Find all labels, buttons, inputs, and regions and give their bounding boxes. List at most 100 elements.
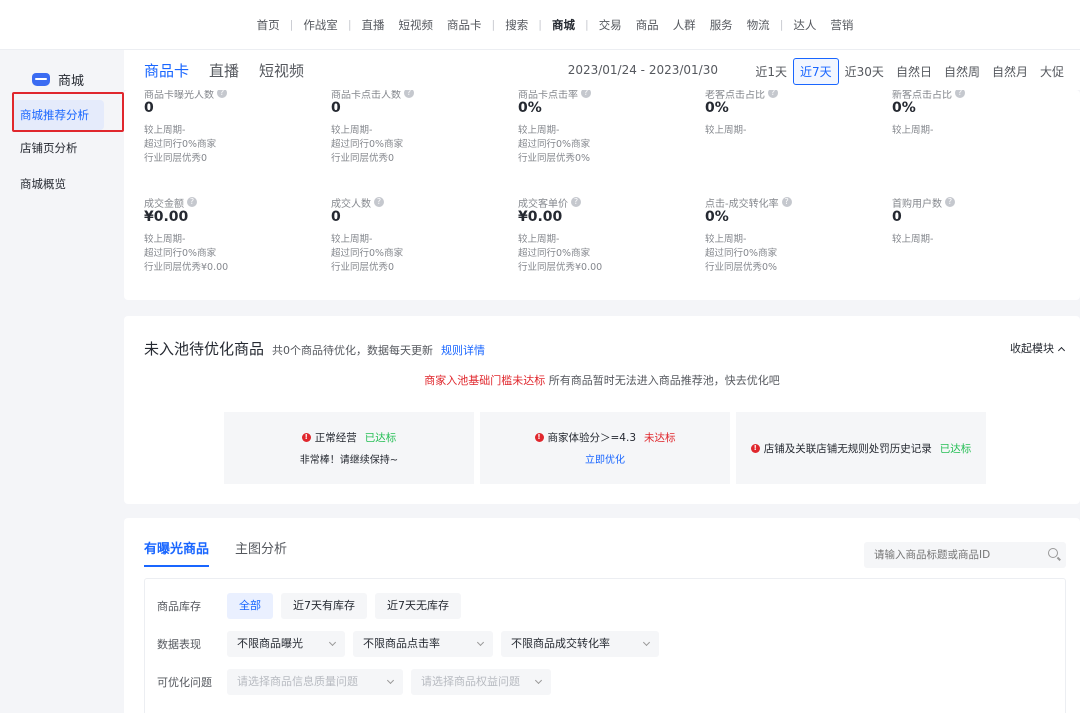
requirement-line: ! 店铺及关联店铺无规则处罚历史记录 已达标 — [750, 441, 971, 456]
period-selector: 近1天 近7天 近30天 自然日 自然周 自然月 大促 — [749, 58, 1070, 85]
sidebar-item-store-page[interactable]: 店铺页分析 — [0, 130, 120, 166]
rule-details-link[interactable]: 规则详情 — [441, 342, 485, 358]
metric-value: 0 — [331, 209, 341, 225]
sidebar-item-mall-recommend[interactable]: 商城推荐分析 — [12, 100, 104, 130]
help-icon[interactable]: ? — [187, 197, 197, 207]
topnav-item[interactable]: 人群 — [666, 17, 703, 33]
topnav-item[interactable]: 搜索 — [498, 17, 535, 33]
conversion-select[interactable]: 不限商品成交转化率 — [501, 631, 659, 657]
metric-subtext: 较上周期- — [892, 125, 934, 136]
metric-label-text: 商品卡点击人数 — [331, 90, 401, 101]
sidebar: 商城 商城推荐分析 店铺页分析 商城概览 — [0, 50, 120, 713]
topnav-item[interactable]: 交易 — [592, 17, 629, 33]
topnav-item[interactable]: 商城 — [545, 17, 582, 33]
alert-icon: ! — [534, 433, 544, 442]
help-icon[interactable]: ? — [404, 90, 414, 98]
topnav-item[interactable]: 直播 — [355, 17, 392, 33]
sidebar-item-mall-overview[interactable]: 商城概览 — [0, 166, 120, 202]
topnav-item[interactable]: 商品 — [629, 17, 666, 33]
sidebar-header: 商城 — [0, 50, 120, 90]
metric-card: 成交客单价? ¥0.00 较上周期- 超过同行0%商家 行业同层优秀¥0.00 — [498, 196, 685, 275]
help-icon[interactable]: ? — [955, 90, 965, 98]
metric-label: 点击-成交转化率? — [705, 196, 872, 210]
requirement-card: ! 正常经营 已达标 非常棒！请继续保持~ — [224, 412, 474, 484]
tab-live[interactable]: 直播 — [209, 60, 239, 81]
period-option[interactable]: 自然日 — [890, 59, 938, 84]
info-quality-select[interactable]: 请选择商品信息质量问题 — [227, 669, 403, 695]
requirement-status: 已达标 — [364, 432, 397, 444]
metric-subtext: 较上周期- — [518, 125, 560, 136]
optimize-now-link[interactable]: 立即优化 — [585, 451, 625, 466]
help-icon[interactable]: ? — [571, 197, 581, 207]
metric-value: ¥0.00 — [518, 209, 563, 225]
metric-label-text: 商品卡曝光人数 — [144, 90, 214, 101]
help-icon[interactable]: ? — [581, 90, 591, 98]
period-option[interactable]: 近1天 — [749, 59, 793, 84]
tab-product-card[interactable]: 商品卡 — [144, 60, 189, 81]
search-icon[interactable] — [1048, 548, 1058, 558]
metric-subtext: 超过同行0%商家 — [331, 139, 404, 150]
pool-requirement-cards: ! 正常经营 已达标 非常棒！请继续保持~! 商家体验分＞=4.3 未达标 立即优化! 店铺及… — [224, 412, 986, 484]
exposure-select[interactable]: 不限商品曝光 — [227, 631, 345, 657]
chevron-down-icon — [476, 638, 485, 647]
metric-label-text: 首购用户数 — [892, 198, 942, 210]
topnav-item[interactable]: 达人 — [786, 17, 823, 33]
metric-subtext: 行业同层优秀0% — [518, 153, 591, 164]
period-option[interactable]: 近30天 — [839, 59, 890, 84]
metric-card: 成交人数? 0 较上周期- 超过同行0%商家 行业同层优秀0 — [311, 196, 498, 275]
period-option[interactable]: 近7天 — [793, 58, 839, 85]
tab-short-video[interactable]: 短视频 — [259, 60, 304, 81]
metric-subtext: 较上周期- — [705, 125, 747, 136]
top-nav-items: 首页 | 作战室 | 直播 短视频 商品卡 | 搜索 | 商城 | 交易 商品 人群 服务 物流 | 达人 营销 — [250, 17, 861, 33]
collapse-module-button[interactable]: 收起模块 — [1010, 340, 1066, 356]
topnav-item[interactable]: 服务 — [703, 17, 740, 33]
metric-value: 0% — [518, 100, 542, 116]
metric-label-text: 成交金额 — [144, 198, 184, 210]
metric-label-text: 成交人数 — [331, 198, 371, 210]
topnav-item[interactable]: 作战室 — [296, 17, 345, 33]
period-option[interactable]: 大促 — [1034, 59, 1070, 84]
benefit-select[interactable]: 请选择商品权益问题 — [411, 669, 551, 695]
help-icon[interactable]: ? — [374, 197, 384, 207]
metric-subtext: 超过同行0%商家 — [331, 248, 404, 259]
product-search-input[interactable] — [864, 542, 1066, 568]
help-icon[interactable]: ? — [781, 197, 792, 207]
metric-card: 商品卡点击人数? 0 较上周期- 超过同行0%商家 行业同层优秀0 — [311, 90, 498, 166]
topnav-item[interactable]: 物流 — [740, 17, 777, 33]
help-icon[interactable]: ? — [217, 90, 227, 98]
metrics-row-2: 成交金额? ¥0.00 较上周期- 超过同行0%商家 行业同层优秀¥0.00 成交人数? 0… — [124, 196, 1080, 275]
pool-warning-text: 所有商品暂时无法进入商品推荐池，快去优化吧 — [545, 374, 780, 387]
stock-label: 商品库存 — [157, 600, 201, 613]
exposure-select-value: 不限商品曝光 — [237, 637, 303, 650]
period-option[interactable]: 自然月 — [986, 59, 1034, 84]
stock-out-7d-button[interactable]: 近7天无库存 — [375, 593, 461, 619]
filter-row-issues: 可优化问题 请选择商品信息质量问题 请选择商品权益问题 — [157, 669, 551, 695]
tab-exposed-products[interactable]: 有曝光商品 — [144, 538, 210, 567]
requirement-subtext: 非常棒！请继续保持~ — [299, 455, 399, 466]
pool-description: 共0个商品待优化，数据每天更新 — [272, 344, 434, 357]
topnav-item[interactable]: 短视频 — [392, 17, 441, 33]
metric-value: 0% — [892, 100, 916, 116]
help-icon[interactable]: ? — [768, 90, 778, 98]
metric-label: 商品卡点击率? — [518, 90, 685, 101]
period-option[interactable]: 自然周 — [938, 59, 986, 84]
benefit-select-value: 请选择商品权益问题 — [421, 675, 520, 688]
date-range[interactable]: 2023/01/24 - 2023/01/30 — [568, 63, 718, 77]
metric-subtext: 超过同行0%商家 — [518, 248, 591, 259]
sidebar-title: 商城 — [58, 73, 85, 89]
topnav-item[interactable]: 商品卡 — [440, 17, 489, 33]
metric-label-text: 点击-成交转化率 — [705, 198, 779, 210]
topnav-item[interactable]: 营销 — [823, 17, 860, 33]
help-icon[interactable]: ? — [945, 197, 955, 207]
filter-row-performance: 数据表现 不限商品曝光 不限商品点击率 不限商品成交转化率 — [157, 631, 659, 657]
collapse-label: 收起模块 — [1010, 342, 1054, 355]
metric-subtext: 较上周期- — [331, 125, 373, 136]
requirement-status: 未达标 — [644, 432, 676, 444]
metric-card: 老客点击占比? 0% 较上周期- — [685, 90, 872, 166]
topnav-item[interactable]: 首页 — [250, 17, 287, 33]
requirement-title: 店铺及关联店铺无规则处罚历史记录 — [763, 442, 932, 455]
stock-in-7d-button[interactable]: 近7天有库存 — [281, 593, 367, 619]
ctr-select[interactable]: 不限商品点击率 — [353, 631, 493, 657]
stock-all-button[interactable]: 全部 — [227, 593, 273, 619]
tab-main-image-analysis[interactable]: 主图分析 — [235, 538, 287, 567]
